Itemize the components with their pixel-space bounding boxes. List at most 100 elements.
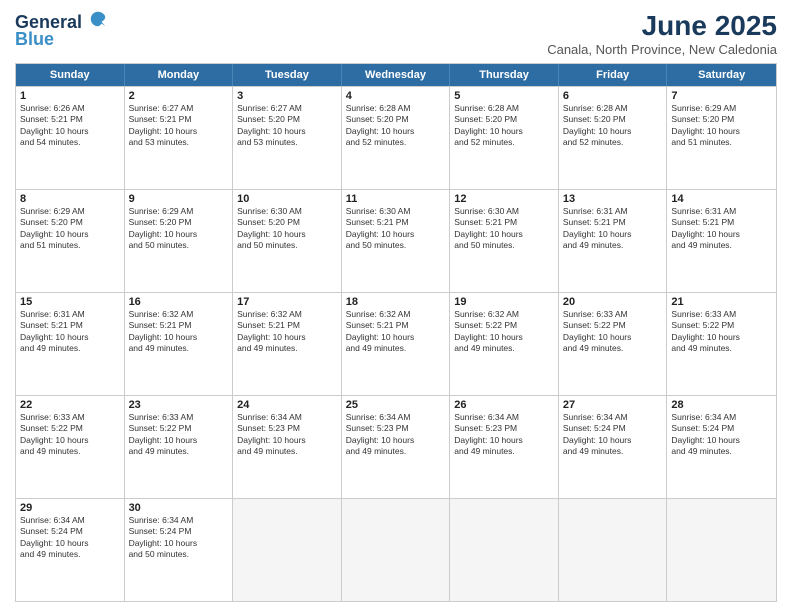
day-info: Sunrise: 6:31 AMSunset: 5:21 PMDaylight:…: [563, 206, 663, 252]
day-number: 21: [671, 296, 772, 308]
day-info: Sunrise: 6:28 AMSunset: 5:20 PMDaylight:…: [563, 103, 663, 149]
calendar-day-20: 20Sunrise: 6:33 AMSunset: 5:22 PMDayligh…: [559, 293, 668, 395]
calendar-day-11: 11Sunrise: 6:30 AMSunset: 5:21 PMDayligh…: [342, 190, 451, 292]
day-info: Sunrise: 6:34 AMSunset: 5:23 PMDaylight:…: [454, 412, 554, 458]
calendar-empty-cell: [559, 499, 668, 601]
calendar-day-5: 5Sunrise: 6:28 AMSunset: 5:20 PMDaylight…: [450, 87, 559, 189]
calendar-row-5: 29Sunrise: 6:34 AMSunset: 5:24 PMDayligh…: [16, 498, 776, 601]
calendar-empty-cell: [450, 499, 559, 601]
day-info: Sunrise: 6:28 AMSunset: 5:20 PMDaylight:…: [454, 103, 554, 149]
calendar-day-4: 4Sunrise: 6:28 AMSunset: 5:20 PMDaylight…: [342, 87, 451, 189]
page: General Blue June 2025 Canala, North Pro…: [0, 0, 792, 612]
day-info: Sunrise: 6:34 AMSunset: 5:24 PMDaylight:…: [129, 515, 229, 561]
calendar: SundayMondayTuesdayWednesdayThursdayFrid…: [15, 63, 777, 602]
day-info: Sunrise: 6:32 AMSunset: 5:21 PMDaylight:…: [237, 309, 337, 355]
calendar-day-9: 9Sunrise: 6:29 AMSunset: 5:20 PMDaylight…: [125, 190, 234, 292]
day-info: Sunrise: 6:34 AMSunset: 5:24 PMDaylight:…: [20, 515, 120, 561]
day-number: 29: [20, 502, 120, 514]
calendar-day-21: 21Sunrise: 6:33 AMSunset: 5:22 PMDayligh…: [667, 293, 776, 395]
weekday-header-saturday: Saturday: [667, 64, 776, 86]
calendar-row-4: 22Sunrise: 6:33 AMSunset: 5:22 PMDayligh…: [16, 395, 776, 498]
day-info: Sunrise: 6:30 AMSunset: 5:21 PMDaylight:…: [454, 206, 554, 252]
day-info: Sunrise: 6:33 AMSunset: 5:22 PMDaylight:…: [20, 412, 120, 458]
calendar-day-17: 17Sunrise: 6:32 AMSunset: 5:21 PMDayligh…: [233, 293, 342, 395]
calendar-day-13: 13Sunrise: 6:31 AMSunset: 5:21 PMDayligh…: [559, 190, 668, 292]
calendar-day-18: 18Sunrise: 6:32 AMSunset: 5:21 PMDayligh…: [342, 293, 451, 395]
calendar-empty-cell: [667, 499, 776, 601]
calendar-day-27: 27Sunrise: 6:34 AMSunset: 5:24 PMDayligh…: [559, 396, 668, 498]
calendar-day-10: 10Sunrise: 6:30 AMSunset: 5:20 PMDayligh…: [233, 190, 342, 292]
day-number: 13: [563, 193, 663, 205]
logo: General Blue: [15, 10, 107, 50]
day-info: Sunrise: 6:32 AMSunset: 5:21 PMDaylight:…: [346, 309, 446, 355]
calendar-empty-cell: [342, 499, 451, 601]
location-subtitle: Canala, North Province, New Caledonia: [547, 42, 777, 57]
day-info: Sunrise: 6:32 AMSunset: 5:21 PMDaylight:…: [129, 309, 229, 355]
calendar-day-19: 19Sunrise: 6:32 AMSunset: 5:22 PMDayligh…: [450, 293, 559, 395]
calendar-header: SundayMondayTuesdayWednesdayThursdayFrid…: [16, 64, 776, 86]
day-number: 8: [20, 193, 120, 205]
day-info: Sunrise: 6:30 AMSunset: 5:21 PMDaylight:…: [346, 206, 446, 252]
calendar-day-1: 1Sunrise: 6:26 AMSunset: 5:21 PMDaylight…: [16, 87, 125, 189]
logo-bird-icon: [89, 10, 107, 28]
day-number: 27: [563, 399, 663, 411]
day-info: Sunrise: 6:29 AMSunset: 5:20 PMDaylight:…: [20, 206, 120, 252]
header: General Blue June 2025 Canala, North Pro…: [15, 10, 777, 57]
day-info: Sunrise: 6:28 AMSunset: 5:20 PMDaylight:…: [346, 103, 446, 149]
day-info: Sunrise: 6:31 AMSunset: 5:21 PMDaylight:…: [671, 206, 772, 252]
calendar-day-26: 26Sunrise: 6:34 AMSunset: 5:23 PMDayligh…: [450, 396, 559, 498]
calendar-day-22: 22Sunrise: 6:33 AMSunset: 5:22 PMDayligh…: [16, 396, 125, 498]
calendar-day-24: 24Sunrise: 6:34 AMSunset: 5:23 PMDayligh…: [233, 396, 342, 498]
day-number: 14: [671, 193, 772, 205]
weekday-header-friday: Friday: [559, 64, 668, 86]
day-number: 24: [237, 399, 337, 411]
day-number: 26: [454, 399, 554, 411]
day-number: 15: [20, 296, 120, 308]
day-number: 30: [129, 502, 229, 514]
calendar-day-8: 8Sunrise: 6:29 AMSunset: 5:20 PMDaylight…: [16, 190, 125, 292]
calendar-day-16: 16Sunrise: 6:32 AMSunset: 5:21 PMDayligh…: [125, 293, 234, 395]
calendar-day-3: 3Sunrise: 6:27 AMSunset: 5:20 PMDaylight…: [233, 87, 342, 189]
weekday-header-monday: Monday: [125, 64, 234, 86]
day-info: Sunrise: 6:33 AMSunset: 5:22 PMDaylight:…: [129, 412, 229, 458]
weekday-header-wednesday: Wednesday: [342, 64, 451, 86]
day-info: Sunrise: 6:34 AMSunset: 5:23 PMDaylight:…: [346, 412, 446, 458]
day-number: 28: [671, 399, 772, 411]
day-number: 3: [237, 90, 337, 102]
day-info: Sunrise: 6:30 AMSunset: 5:20 PMDaylight:…: [237, 206, 337, 252]
day-number: 17: [237, 296, 337, 308]
weekday-header-thursday: Thursday: [450, 64, 559, 86]
day-info: Sunrise: 6:34 AMSunset: 5:24 PMDaylight:…: [563, 412, 663, 458]
day-number: 5: [454, 90, 554, 102]
calendar-row-1: 1Sunrise: 6:26 AMSunset: 5:21 PMDaylight…: [16, 86, 776, 189]
day-info: Sunrise: 6:31 AMSunset: 5:21 PMDaylight:…: [20, 309, 120, 355]
day-number: 10: [237, 193, 337, 205]
day-number: 2: [129, 90, 229, 102]
day-number: 25: [346, 399, 446, 411]
weekday-header-sunday: Sunday: [16, 64, 125, 86]
calendar-day-7: 7Sunrise: 6:29 AMSunset: 5:20 PMDaylight…: [667, 87, 776, 189]
day-info: Sunrise: 6:26 AMSunset: 5:21 PMDaylight:…: [20, 103, 120, 149]
calendar-day-25: 25Sunrise: 6:34 AMSunset: 5:23 PMDayligh…: [342, 396, 451, 498]
calendar-day-15: 15Sunrise: 6:31 AMSunset: 5:21 PMDayligh…: [16, 293, 125, 395]
day-number: 4: [346, 90, 446, 102]
title-area: June 2025 Canala, North Province, New Ca…: [547, 10, 777, 57]
day-number: 11: [346, 193, 446, 205]
calendar-day-30: 30Sunrise: 6:34 AMSunset: 5:24 PMDayligh…: [125, 499, 234, 601]
day-number: 6: [563, 90, 663, 102]
day-info: Sunrise: 6:27 AMSunset: 5:21 PMDaylight:…: [129, 103, 229, 149]
day-info: Sunrise: 6:33 AMSunset: 5:22 PMDaylight:…: [671, 309, 772, 355]
day-number: 22: [20, 399, 120, 411]
calendar-empty-cell: [233, 499, 342, 601]
day-info: Sunrise: 6:34 AMSunset: 5:24 PMDaylight:…: [671, 412, 772, 458]
day-number: 16: [129, 296, 229, 308]
calendar-day-12: 12Sunrise: 6:30 AMSunset: 5:21 PMDayligh…: [450, 190, 559, 292]
day-info: Sunrise: 6:29 AMSunset: 5:20 PMDaylight:…: [671, 103, 772, 149]
calendar-day-14: 14Sunrise: 6:31 AMSunset: 5:21 PMDayligh…: [667, 190, 776, 292]
calendar-day-2: 2Sunrise: 6:27 AMSunset: 5:21 PMDaylight…: [125, 87, 234, 189]
day-number: 1: [20, 90, 120, 102]
day-number: 12: [454, 193, 554, 205]
day-number: 19: [454, 296, 554, 308]
calendar-day-6: 6Sunrise: 6:28 AMSunset: 5:20 PMDaylight…: [559, 87, 668, 189]
day-info: Sunrise: 6:33 AMSunset: 5:22 PMDaylight:…: [563, 309, 663, 355]
